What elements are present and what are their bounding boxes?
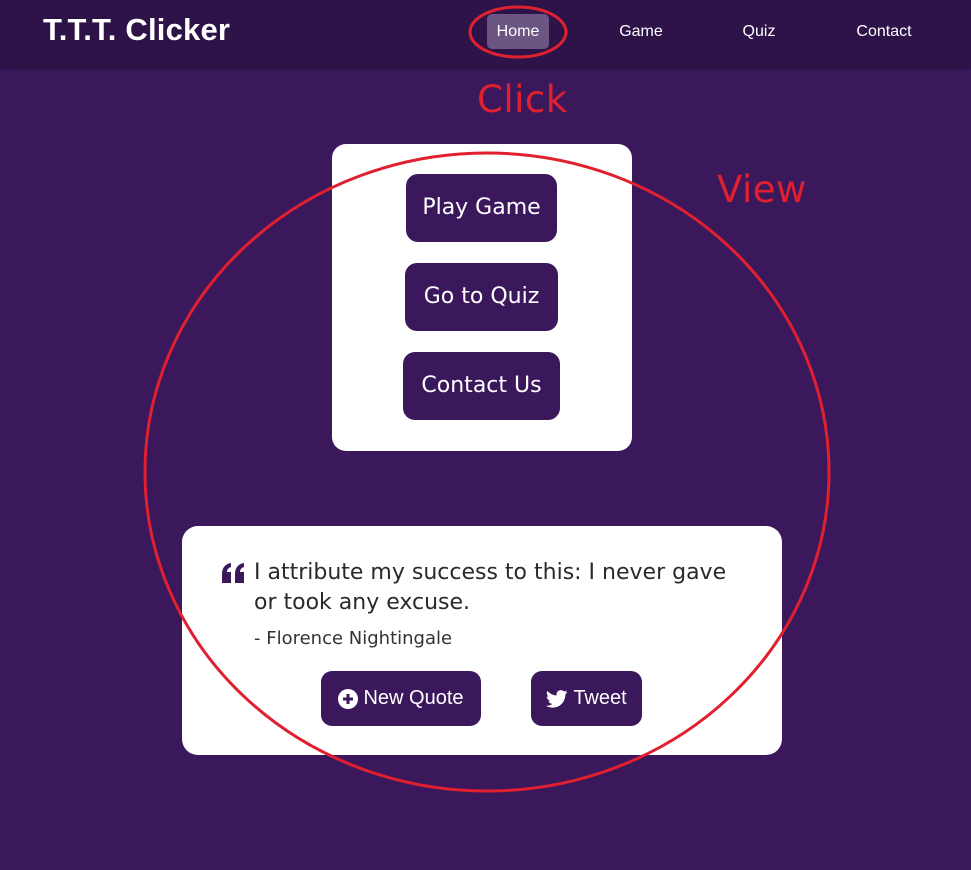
menu-card: Play Game Go to Quiz Contact Us — [332, 144, 632, 451]
new-quote-button[interactable]: New Quote — [321, 671, 481, 726]
brand-title[interactable]: T.T.T. Clicker — [43, 12, 230, 48]
tweet-button[interactable]: Tweet — [531, 671, 642, 726]
go-to-quiz-button[interactable]: Go to Quiz — [405, 263, 558, 331]
quote-text: I attribute my success to this: I never … — [254, 560, 727, 615]
contact-us-button[interactable]: Contact Us — [403, 352, 560, 420]
nav-link-quiz[interactable]: Quiz — [732, 14, 786, 49]
new-quote-label: New Quote — [363, 687, 464, 709]
annotation-view-label: View — [717, 168, 807, 211]
quote-author: - Florence Nightingale — [254, 628, 453, 649]
navbar: T.T.T. Clicker Home Game Quiz Contact — [0, 0, 971, 68]
nav-link-home[interactable]: Home — [487, 14, 549, 49]
nav-link-game[interactable]: Game — [611, 14, 671, 49]
plus-circle-icon — [338, 688, 359, 709]
play-game-button[interactable]: Play Game — [406, 174, 557, 242]
tweet-label: Tweet — [573, 687, 627, 709]
nav-link-contact[interactable]: Contact — [848, 14, 920, 49]
annotation-click-label: Click — [477, 78, 568, 121]
quote-card: I attribute my success to this: I never … — [182, 526, 782, 755]
quote-left-icon — [220, 552, 246, 590]
twitter-bird-icon — [546, 689, 568, 708]
